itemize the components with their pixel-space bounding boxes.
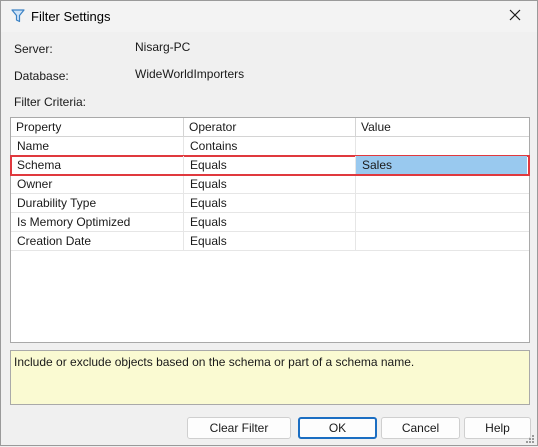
table-row[interactable]: Name Contains [11,137,529,156]
resize-grip-icon[interactable] [525,433,535,443]
property-cell: Owner [17,177,53,191]
property-cell: Is Memory Optimized [17,215,131,229]
filter-settings-dialog: Filter Settings Server: Nisarg-PC Databa… [0,0,538,446]
ok-button[interactable]: OK [298,417,377,439]
value-cell[interactable] [355,232,529,250]
database-value: WideWorldImporters [135,67,245,81]
property-cell: Name [17,139,50,153]
filter-criteria-grid: Property Operator Value Name Contains Sc… [10,117,530,343]
operator-cell[interactable]: Contains [183,137,355,155]
cancel-button[interactable]: Cancel [381,417,460,439]
column-header-value[interactable]: Value [355,118,529,137]
operator-cell[interactable]: Equals [183,194,355,212]
property-cell: Durability Type [17,196,97,210]
description-panel: Include or exclude objects based on the … [10,350,530,405]
value-cell[interactable] [355,175,529,193]
filter-criteria-label: Filter Criteria: [14,95,87,109]
property-cell: Creation Date [17,234,92,248]
server-label: Server: [14,42,53,56]
table-row[interactable]: Creation Date Equals [11,232,529,251]
property-cell: Schema [17,158,62,172]
clear-filter-button[interactable]: Clear Filter [187,417,291,439]
operator-cell[interactable]: Equals [183,156,355,174]
close-icon [509,9,521,24]
window-title: Filter Settings [31,9,111,24]
value-cell[interactable] [355,137,529,155]
close-button[interactable] [493,1,537,32]
operator-cell[interactable]: Equals [183,213,355,231]
table-row[interactable]: Durability Type Equals [11,194,529,213]
table-row[interactable]: Owner Equals [11,175,529,194]
operator-cell[interactable]: Equals [183,232,355,250]
title-bar: Filter Settings [1,1,537,32]
help-button[interactable]: Help [464,417,531,439]
filter-funnel-icon [11,9,25,23]
column-header-operator[interactable]: Operator [183,118,355,137]
table-row[interactable]: Is Memory Optimized Equals [11,213,529,232]
operator-cell[interactable]: Equals [183,175,355,193]
database-label: Database: [14,69,69,83]
value-cell[interactable] [355,194,529,212]
server-value: Nisarg-PC [135,40,191,54]
grid-header: Property Operator Value [11,118,529,137]
value-cell[interactable]: Sales [355,156,527,174]
column-header-property[interactable]: Property [11,118,183,137]
table-row-selected[interactable]: Schema Equals Sales [10,155,530,176]
value-cell[interactable] [355,213,529,231]
